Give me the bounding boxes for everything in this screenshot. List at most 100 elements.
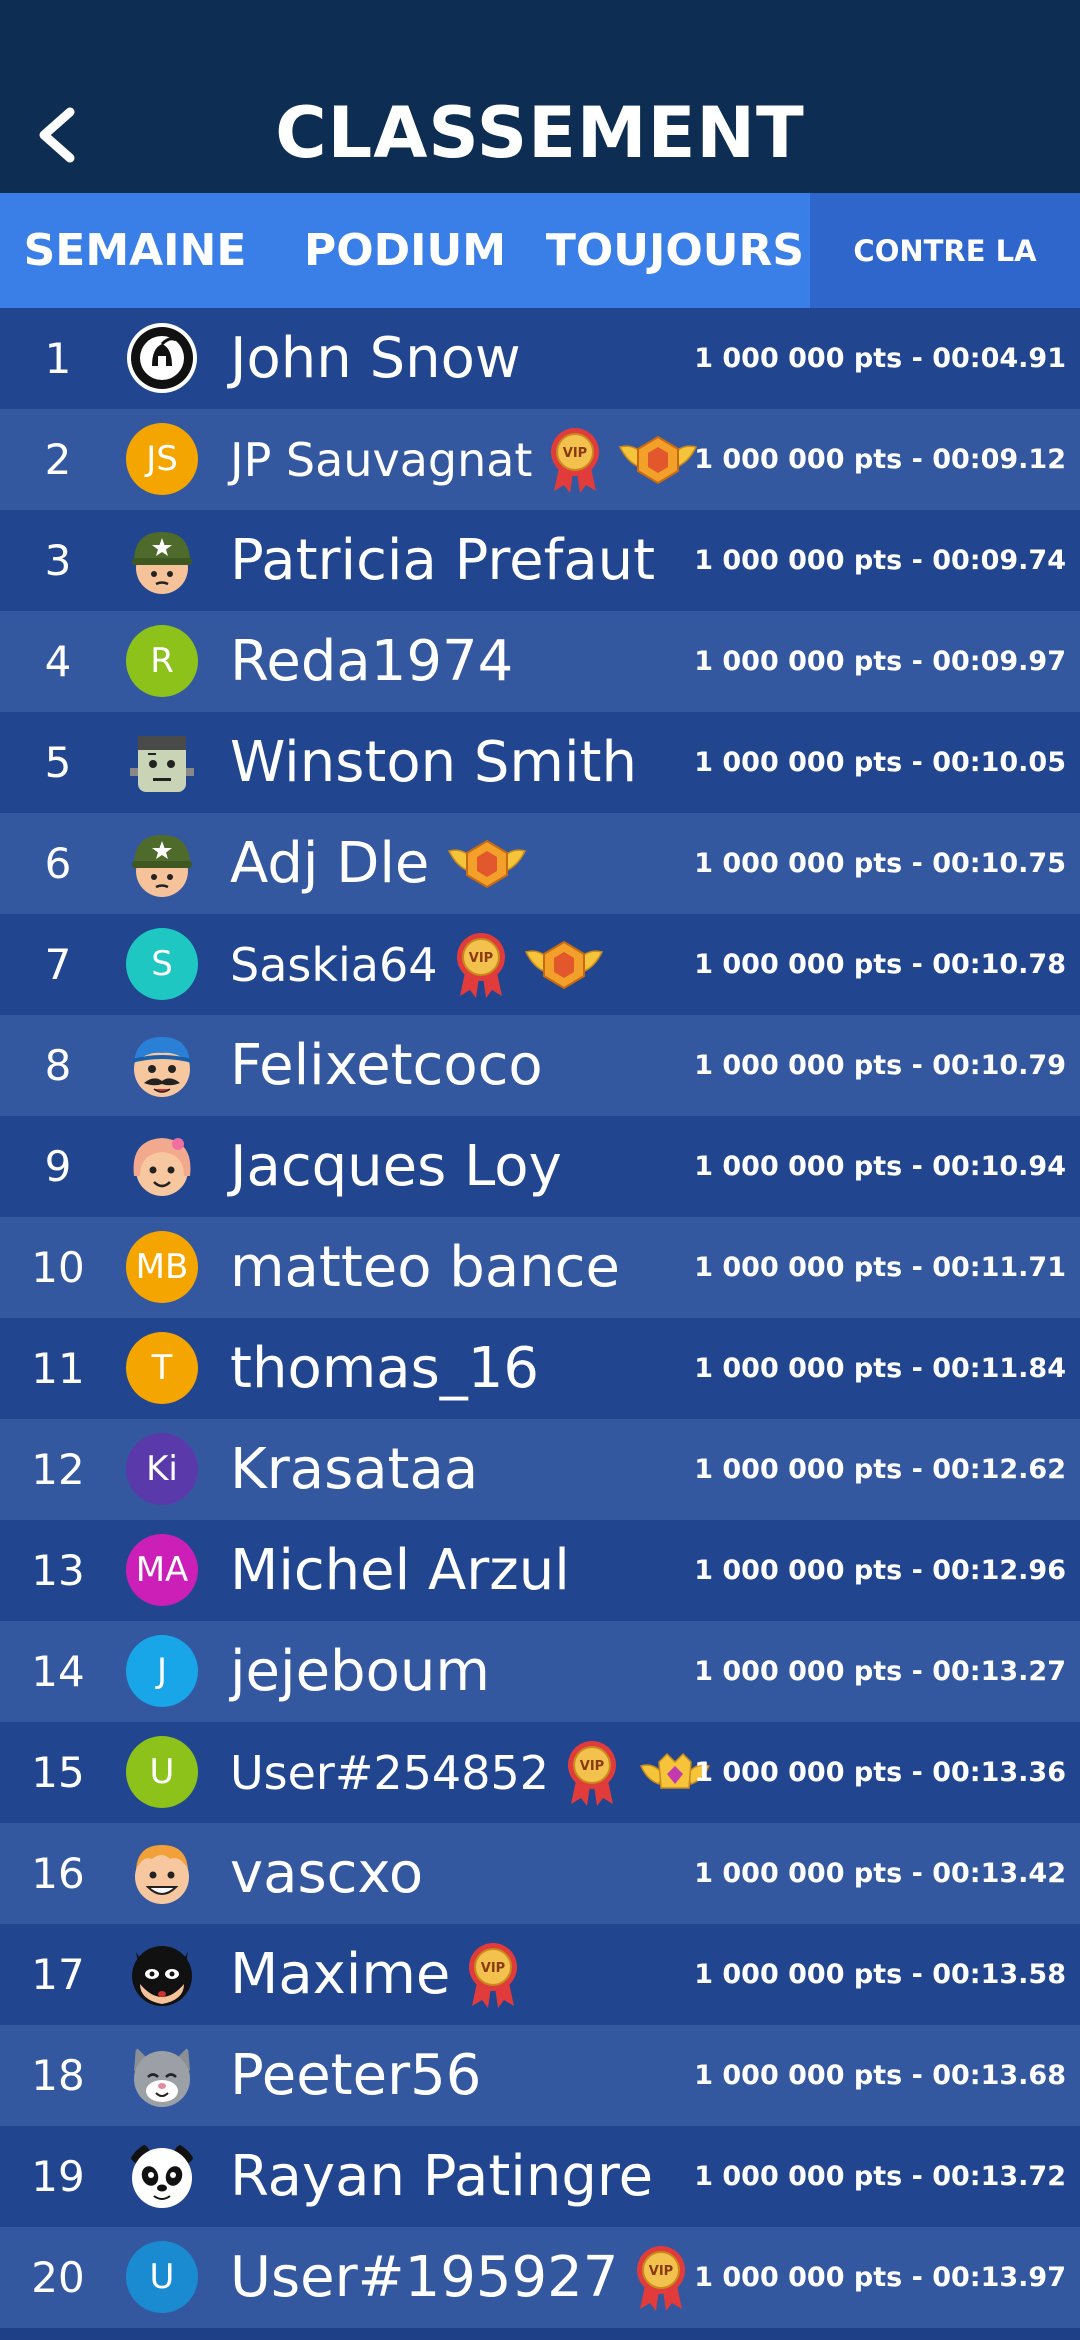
player-name: Reda1974: [230, 629, 514, 694]
avatar-initials: Ki: [126, 1433, 198, 1505]
tab-semaine[interactable]: SEMAINE: [0, 193, 270, 308]
avatar-initials: JS: [126, 423, 198, 495]
player-score: 1 000 000 pts - 00:10.05: [694, 747, 1066, 778]
player-score: 1 000 000 pts - 00:10.79: [694, 1050, 1066, 1081]
player-score: 1 000 000 pts - 00:09.12: [694, 444, 1066, 475]
player-name: vascxo: [230, 1841, 424, 1906]
player-name: Krasataa: [230, 1437, 479, 1502]
leaderboard-row[interactable]: 4 R Reda1974 1 000 000 pts - 00:09.97: [0, 611, 1080, 712]
player-name-group: matteo bance: [230, 1217, 620, 1318]
player-name: User#195927: [230, 2245, 619, 2310]
rank-number: 5: [44, 738, 72, 787]
player-name-group: Peeter56: [230, 2025, 481, 2126]
avatar-initials: U: [126, 2241, 198, 2313]
leaderboard-row[interactable]: 6 Adj Dle 1 000 000 pts - 00:10.75: [0, 813, 1080, 914]
player-name: Felixetcoco: [230, 1033, 543, 1098]
tab-contre-la[interactable]: CONTRE LA: [810, 193, 1080, 308]
rank-number: 2: [44, 435, 72, 484]
leaderboard-row[interactable]: 19 Rayan Patingre 1 000 000 pts - 00:13.72: [0, 2126, 1080, 2227]
player-name: Winston Smith: [230, 730, 637, 795]
rank-number: 14: [31, 1647, 85, 1696]
avatar-initials: S: [126, 928, 198, 1000]
leaderboard-row[interactable]: 18 Peeter56 1 000 000 pts - 00:13.68: [0, 2025, 1080, 2126]
player-name-group: Adj Dle: [230, 813, 527, 914]
svg-text:VIP: VIP: [468, 951, 492, 966]
soldier-face-icon: [126, 524, 198, 596]
rank-number: 4: [44, 637, 72, 686]
leaderboard-row[interactable]: 3 Patricia Prefaut 1 000 000 pts - 00:09.7…: [0, 510, 1080, 611]
leaderboard-row[interactable]: 10 MB matteo bance 1 000 000 pts - 00:11.71: [0, 1217, 1080, 1318]
leaderboard-row[interactable]: 7 S Saskia64 VIP 1 000 000 pts - 00:10.78: [0, 914, 1080, 1015]
vip-medal-icon: VIP: [567, 1740, 617, 1806]
leaderboard-list: 1 John Snow 1 000 000 pts - 00:04.91 2 JS JP …: [0, 308, 1080, 2328]
player-name-group: jejeboum: [230, 1621, 490, 1722]
avatar-initials: MA: [126, 1534, 198, 1606]
leaderboard-row[interactable]: 8 Felixetcoco 1 000 000 pts - 00:10.79: [0, 1015, 1080, 1116]
player-name: JP Sauvagnat: [230, 432, 533, 487]
player-name: matteo bance: [230, 1235, 620, 1300]
tab-toujours[interactable]: TOUJOURS: [540, 193, 810, 308]
page-title: CLASSEMENT: [275, 92, 805, 174]
leaderboard-row[interactable]: 9 Jacques Loy 1 000 000 pts - 00:10.94: [0, 1116, 1080, 1217]
gold-wings-emblem-icon: [524, 938, 604, 992]
rank-number: 16: [31, 1849, 85, 1898]
leaderboard-row[interactable]: 16 vascxo 1 000 000 pts - 00:13.42: [0, 1823, 1080, 1924]
vip-medal-icon: VIP: [468, 1942, 518, 2008]
player-name-group: User#195927 VIP: [230, 2227, 686, 2328]
player-score: 1 000 000 pts - 00:12.96: [694, 1555, 1066, 1586]
player-score: 1 000 000 pts - 00:13.42: [694, 1858, 1066, 1889]
svg-text:VIP: VIP: [580, 1759, 604, 1774]
tab-bar: SEMAINE PODIUM TOUJOURS CONTRE LA: [0, 193, 1080, 501]
player-name-group: Winston Smith: [230, 712, 637, 813]
leaderboard-row[interactable]: 15 U User#254852 VIP 1 000 000 pts - 00:13.3…: [0, 1722, 1080, 1823]
player-name: User#254852: [230, 1745, 549, 1800]
player-name-group: User#254852 VIP: [230, 1722, 715, 1823]
leaderboard-row[interactable]: 14 Jjejeboum 1 000 000 pts - 00:13.27: [0, 1621, 1080, 1722]
player-name: Jacques Loy: [230, 1134, 562, 1199]
rank-number: 15: [31, 1748, 85, 1797]
player-score: 1 000 000 pts - 00:12.62: [694, 1454, 1066, 1485]
mustache-face-icon: [126, 1029, 198, 1101]
rank-number: 6: [44, 839, 72, 888]
player-score: 1 000 000 pts - 00:13.68: [694, 2060, 1066, 2091]
tab-podium[interactable]: PODIUM: [270, 193, 540, 308]
player-name-group: Jacques Loy: [230, 1116, 562, 1217]
rank-number: 13: [31, 1546, 85, 1595]
top-bar: CLASSEMENT: [0, 0, 1080, 193]
rank-number: 17: [31, 1950, 85, 1999]
player-score: 1 000 000 pts - 00:11.71: [694, 1252, 1066, 1283]
player-score: 1 000 000 pts - 00:10.94: [694, 1151, 1066, 1182]
girl-face-icon: [126, 1130, 198, 1202]
leaderboard-row[interactable]: 17 Maxime VIP 1 000 000 pts - 00:13.58: [0, 1924, 1080, 2025]
player-name-group: thomas_16: [230, 1318, 539, 1419]
leaderboard-row[interactable]: 2 JS JP Sauvagnat VIP 1 000 000 pts - 00:09.…: [0, 409, 1080, 510]
player-name: thomas_16: [230, 1336, 540, 1401]
boy-face-icon: [126, 1837, 198, 1909]
leaderboard-row[interactable]: 12 Ki Krasataa 1 000 000 pts - 00:12.62: [0, 1419, 1080, 1520]
player-name-group: Michel Arzul: [230, 1520, 570, 1621]
leaderboard-row[interactable]: 11 Tthomas_16 1 000 000 pts - 00:11.84: [0, 1318, 1080, 1419]
player-name: Maxime: [230, 1942, 451, 2007]
player-name-group: Reda1974: [230, 611, 513, 712]
masked-hero-face-icon: [126, 1938, 198, 2010]
player-score: 1 000 000 pts - 00:13.36: [694, 1757, 1066, 1788]
vip-medal-icon: VIP: [550, 427, 600, 493]
player-score: 1 000 000 pts - 00:09.74: [694, 545, 1066, 576]
rank-number: 18: [31, 2051, 85, 2100]
rank-number: 7: [44, 940, 72, 989]
vip-medal-icon: VIP: [456, 932, 506, 998]
gold-wings-emblem-icon: [618, 433, 698, 487]
leaderboard-row[interactable]: 5 Winston Smith 1 000 000 pts - 00:10.05: [0, 712, 1080, 813]
player-score: 1 000 000 pts - 00:13.27: [694, 1656, 1066, 1687]
player-score: 1 000 000 pts - 00:10.75: [694, 848, 1066, 879]
player-name-group: vascxo: [230, 1823, 423, 1924]
player-name: Peeter56: [230, 2043, 482, 2108]
leaderboard-row[interactable]: 13 MA Michel Arzul 1 000 000 pts - 00:12.96: [0, 1520, 1080, 1621]
gold-wings-emblem-icon: [447, 837, 527, 891]
leaderboard-row[interactable]: 1 John Snow 1 000 000 pts - 00:04.91: [0, 308, 1080, 409]
player-score: 1 000 000 pts - 00:11.84: [694, 1353, 1066, 1384]
rank-number: 1: [44, 334, 72, 383]
leaderboard-row[interactable]: 20 U User#195927 VIP 1 000 000 pts - 00:13.9…: [0, 2227, 1080, 2328]
player-name-group: Felixetcoco: [230, 1015, 543, 1116]
rank-number: 8: [44, 1041, 72, 1090]
